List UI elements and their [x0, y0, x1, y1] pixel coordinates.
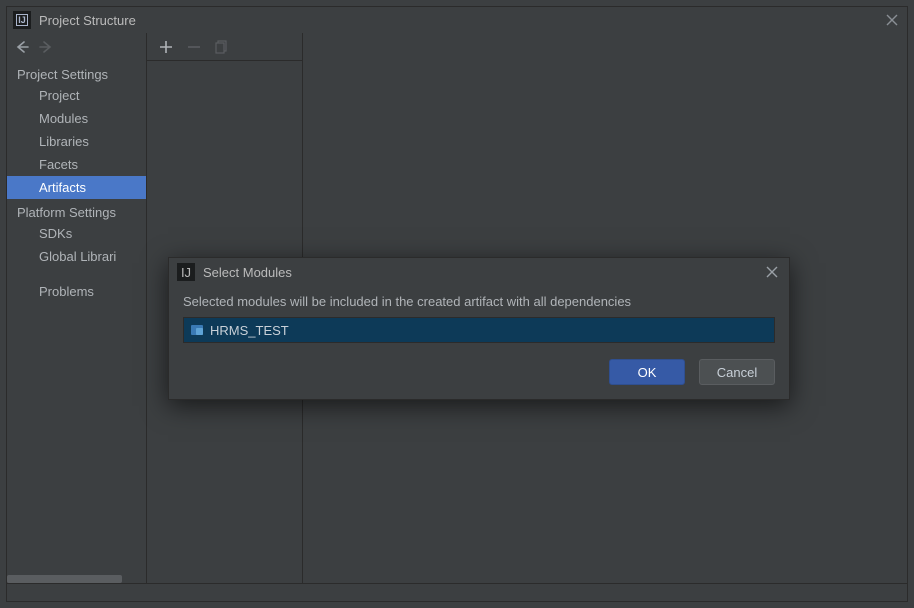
window-title: Project Structure — [39, 13, 883, 28]
ok-button[interactable]: OK — [609, 359, 685, 385]
sidebar-item-facets[interactable]: Facets — [7, 153, 146, 176]
sidebar-group-platform-settings: Platform Settings — [7, 199, 146, 222]
sidebar-item-label: Global Librari — [39, 249, 116, 264]
module-name: HRMS_TEST — [210, 323, 289, 338]
sidebar: Project Settings Project Modules Librari… — [7, 33, 147, 583]
app-icon-glyph: IJ — [181, 265, 191, 280]
back-icon[interactable] — [15, 41, 29, 53]
sidebar-item-global-libraries[interactable]: Global Librari — [7, 245, 146, 268]
module-list-item[interactable]: HRMS_TEST — [184, 318, 774, 342]
dialog-body: Selected modules will be included in the… — [169, 286, 789, 399]
module-icon — [190, 323, 204, 337]
add-icon[interactable] — [159, 40, 173, 54]
dialog-title: Select Modules — [203, 265, 763, 280]
button-label: OK — [638, 365, 657, 380]
dialog-instruction: Selected modules will be included in the… — [183, 294, 775, 309]
app-icon: IJ — [13, 11, 31, 29]
sidebar-group-project-settings: Project Settings — [7, 61, 146, 84]
cancel-button[interactable]: Cancel — [699, 359, 775, 385]
dialog-buttons: OK Cancel — [183, 359, 775, 385]
status-bar — [7, 583, 907, 601]
sidebar-item-label: Modules — [39, 111, 88, 126]
sidebar-item-label: SDKs — [39, 226, 72, 241]
sidebar-item-libraries[interactable]: Libraries — [7, 130, 146, 153]
artifact-toolbar — [147, 33, 302, 61]
app-icon: IJ — [177, 263, 195, 281]
sidebar-scrollbar[interactable] — [7, 575, 146, 583]
sidebar-item-artifacts[interactable]: Artifacts — [7, 176, 146, 199]
app-icon-glyph: IJ — [16, 14, 28, 26]
select-modules-dialog: IJ Select Modules Selected modules will … — [168, 257, 790, 400]
sidebar-nav — [7, 33, 146, 61]
sidebar-item-label: Libraries — [39, 134, 89, 149]
sidebar-item-modules[interactable]: Modules — [7, 107, 146, 130]
forward-icon — [39, 41, 53, 53]
close-icon[interactable] — [763, 263, 781, 281]
copy-icon — [215, 40, 229, 54]
close-icon[interactable] — [883, 11, 901, 29]
titlebar: IJ Project Structure — [7, 7, 907, 33]
sidebar-item-problems[interactable]: Problems — [7, 280, 146, 303]
remove-icon — [187, 40, 201, 54]
dialog-titlebar: IJ Select Modules — [169, 258, 789, 286]
sidebar-item-project[interactable]: Project — [7, 84, 146, 107]
sidebar-item-label: Problems — [39, 284, 94, 299]
sidebar-item-sdks[interactable]: SDKs — [7, 222, 146, 245]
scrollbar-thumb[interactable] — [7, 575, 122, 583]
sidebar-item-label: Project — [39, 88, 79, 103]
button-label: Cancel — [717, 365, 757, 380]
sidebar-item-label: Artifacts — [39, 180, 86, 195]
sidebar-item-label: Facets — [39, 157, 78, 172]
module-list: HRMS_TEST — [183, 317, 775, 343]
